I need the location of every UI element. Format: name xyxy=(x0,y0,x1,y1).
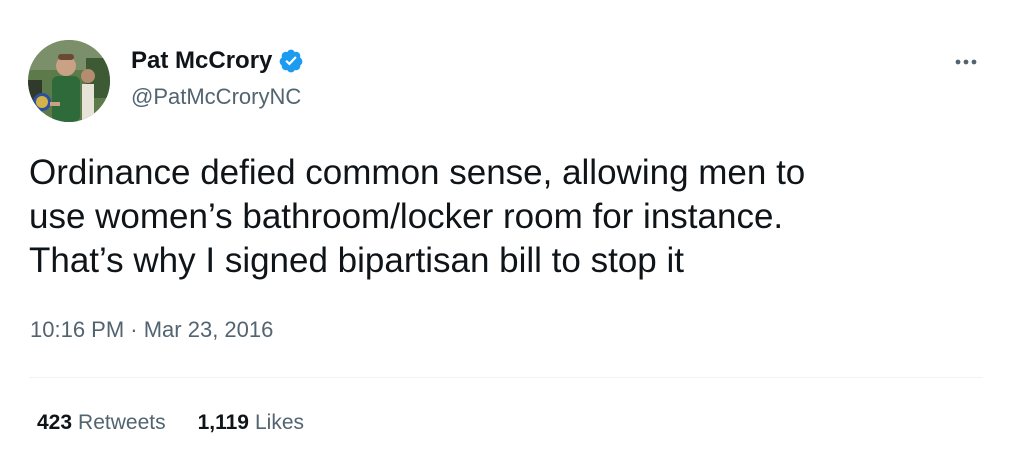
likes-label: Likes xyxy=(255,411,305,434)
retweets-count: 423 xyxy=(37,411,73,434)
tweet-timestamp[interactable]: 10:16 PM · Mar 23, 2016 xyxy=(30,316,273,344)
tweet-stats: 423 Retweets 1,119 Likes xyxy=(37,409,304,437)
verified-badge-icon xyxy=(278,48,304,74)
retweets-label: Retweets xyxy=(78,411,166,434)
author-name[interactable]: Pat McCrory xyxy=(131,46,272,76)
author-name-row[interactable]: Pat McCrory xyxy=(131,46,304,76)
tweet-text: Ordinance defied common sense, allowing … xyxy=(29,153,806,280)
tweet-card: Pat McCrory @PatMcCroryNC Ordinance defi… xyxy=(0,0,1024,460)
more-options-icon xyxy=(955,59,977,65)
retweets-stat[interactable]: 423 Retweets xyxy=(37,409,166,437)
likes-count: 1,119 xyxy=(197,411,249,434)
likes-stat[interactable]: 1,119 Likes xyxy=(198,409,304,437)
avatar[interactable] xyxy=(28,40,110,122)
avatar-photo xyxy=(28,40,110,122)
more-options-button[interactable] xyxy=(948,48,984,76)
author-handle[interactable]: @PatMcCroryNC xyxy=(131,83,301,111)
divider xyxy=(29,377,983,378)
